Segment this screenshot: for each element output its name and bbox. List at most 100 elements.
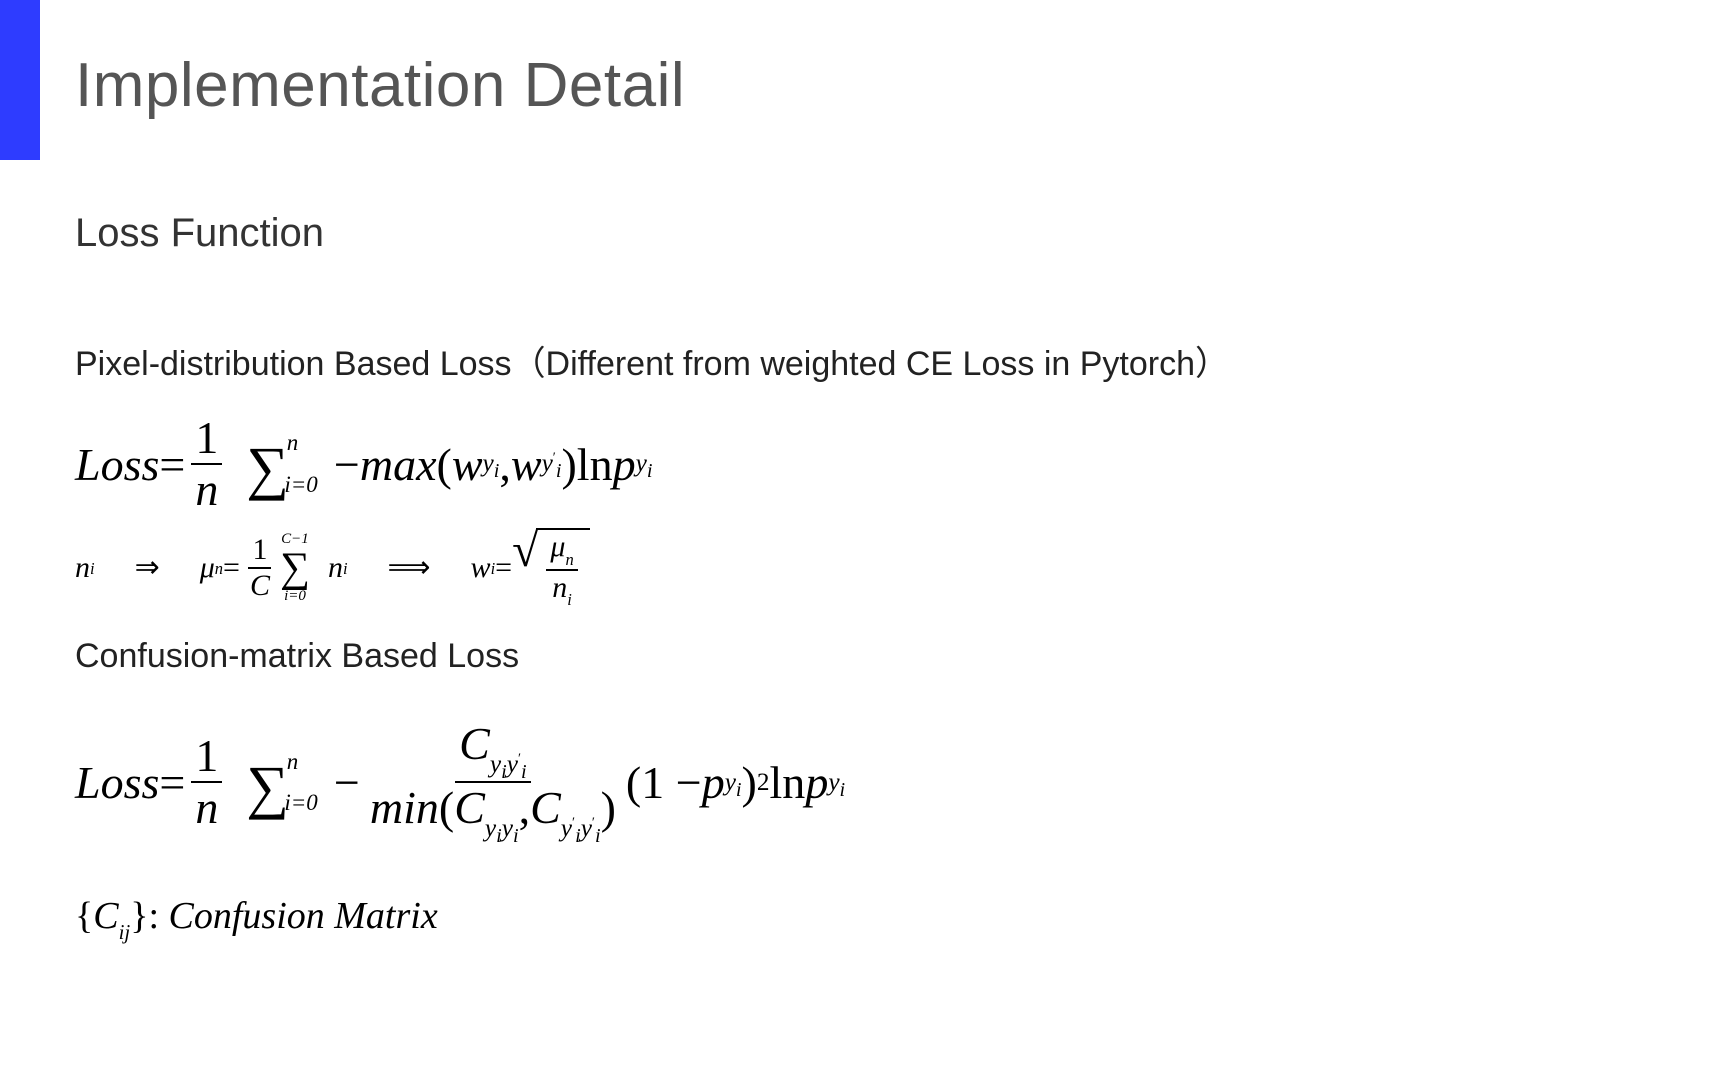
equation-loss-pixel: Loss = 1 n ∑ n i=0 − max ( w yi , w y′i … xyxy=(75,415,1728,513)
eq1-py: y xyxy=(636,449,647,477)
eq1-lhs: Loss xyxy=(75,438,159,491)
eq2-ni2-n: n xyxy=(328,551,343,585)
eq3-squared: 2 xyxy=(757,768,770,797)
eq4-colon: : xyxy=(148,895,168,937)
t: y xyxy=(828,768,839,796)
eq3-1mp-l: (1 − xyxy=(626,756,702,809)
eq1-minus: − xyxy=(334,438,360,491)
eq3-C2: C xyxy=(530,782,561,833)
eq1-ln: ln xyxy=(577,438,613,491)
eq2-frac-1c: 1 C xyxy=(246,535,274,601)
eq3-comma: , xyxy=(519,782,531,833)
section-heading: Loss Function xyxy=(75,211,1728,256)
t: y xyxy=(507,750,518,778)
eq1-i1: i xyxy=(494,461,500,483)
eq3-Cnum-sub: yiy′i xyxy=(490,750,527,778)
eq1-pi: i xyxy=(647,461,653,483)
eq2-w: w xyxy=(471,551,491,585)
eq1-p-sub: yi xyxy=(636,449,653,483)
eq2-w-i: i xyxy=(491,559,496,579)
slide-title: Implementation Detail xyxy=(75,50,1728,121)
equation-cij-def: {Cij}: Confusion Matrix xyxy=(75,894,1728,943)
t: y xyxy=(485,814,496,842)
eq4-rbrace: } xyxy=(130,895,148,937)
eq3-sum-top: n xyxy=(287,749,299,775)
eq3-C1-sub: yiyi xyxy=(485,814,519,842)
eq2-ni-n: n xyxy=(75,551,90,585)
eq1-max: max xyxy=(360,438,437,491)
eq1-p: p xyxy=(613,438,636,491)
sigma-icon: ∑ xyxy=(246,753,289,822)
eq3-sum-bot: i=0 xyxy=(284,790,317,816)
eq2-mu-n: n xyxy=(215,559,223,579)
eq2-equals2: = xyxy=(495,551,512,585)
eq3-p1: p xyxy=(702,756,725,809)
t: i xyxy=(521,761,527,783)
t: y xyxy=(725,768,736,796)
eq1-lparen: ( xyxy=(437,438,452,491)
eq3-frac-num: 1 xyxy=(191,733,222,783)
eq3-Cnum: C xyxy=(459,718,490,769)
sigma-icon: ∑ xyxy=(280,547,310,589)
t: i xyxy=(736,779,742,801)
eq3-equals: = xyxy=(159,756,185,809)
eq2-mu: μ xyxy=(200,551,215,585)
t: y xyxy=(561,814,572,842)
eq2-sqrt-body: μn ni xyxy=(536,528,589,607)
slide: Implementation Detail Loss Function Pixe… xyxy=(0,0,1728,1080)
eq3-lp: ( xyxy=(439,782,454,833)
eq2-frac-den: C xyxy=(246,569,274,601)
eq1-w1-sub: yi xyxy=(483,449,500,483)
t: i xyxy=(595,825,601,847)
eq2-sqrt-num: μn xyxy=(546,532,577,571)
t: y xyxy=(490,750,501,778)
eq2-sqrt-mu: μ xyxy=(550,530,565,563)
eq2-ni2-i: i xyxy=(343,559,348,579)
eq2-sqrt-frac: μn ni xyxy=(546,532,577,607)
eq1-equals: = xyxy=(159,438,185,491)
eq2-sqrt: √ μn ni xyxy=(512,528,590,607)
t: y xyxy=(581,814,592,842)
eq2-sqrt-n: n xyxy=(552,571,567,604)
arrow-icon: ⇒ xyxy=(135,550,160,585)
eq3-1mp-r: ) xyxy=(742,756,757,809)
eq3-C2-sub: y′iy′i xyxy=(561,814,601,842)
eq1-frac-1n: 1 n xyxy=(191,415,222,513)
t: i xyxy=(840,779,846,801)
eq1-sum-bot: i=0 xyxy=(284,472,317,498)
eq2-ni-i: i xyxy=(90,559,95,579)
accent-bar xyxy=(0,0,40,160)
eq2-sum: C−1 ∑ i=0 xyxy=(280,532,310,604)
long-arrow-icon: ⟹ xyxy=(388,550,431,585)
equation-weights: ni ⇒ μn = 1 C C−1 ∑ i=0 ni ⟹ wi = √ μn n… xyxy=(75,528,1728,607)
eq3-min: min xyxy=(370,782,439,833)
eq2-sqrt-mu-n: n xyxy=(565,550,573,569)
eq4-lbrace: { xyxy=(75,895,93,937)
eq3-p1-sub: yi xyxy=(725,768,742,802)
eq1-frac-den: n xyxy=(191,465,222,513)
eq1-comma: , xyxy=(499,438,511,491)
t: y xyxy=(502,814,513,842)
eq1-i2: i xyxy=(556,461,562,483)
subsection-2: Confusion-matrix Based Loss xyxy=(75,637,1728,676)
eq3-frac-c-num: Cyiy′i xyxy=(455,721,530,783)
eq1-y2: y xyxy=(542,449,553,477)
eq4-label: Confusion Matrix xyxy=(169,895,438,937)
eq3-rp: ) xyxy=(601,782,616,833)
t: i xyxy=(513,825,519,847)
sub1-note: （Different from weighted CE Loss in Pyto… xyxy=(512,345,1229,383)
eq1-w1: w xyxy=(452,438,483,491)
eq4-C: C xyxy=(93,895,118,937)
eq1-w2: w xyxy=(511,438,542,491)
equation-loss-confusion: Loss = 1 n ∑ n i=0 − Cyiy′i min(Cyiyi,Cy… xyxy=(75,721,1728,844)
eq4-ij: ij xyxy=(119,920,131,944)
eq3-p2-sub: yi xyxy=(828,768,845,802)
eq1-y1: y xyxy=(483,449,494,477)
eq3-ln: ln xyxy=(770,756,806,809)
sigma-icon: ∑ xyxy=(246,434,289,503)
sqrt-icon: √ xyxy=(512,534,538,568)
eq3-frac-den: n xyxy=(191,783,222,831)
eq3-minus: − xyxy=(334,756,360,809)
eq1-frac-num: 1 xyxy=(191,415,222,465)
eq2-equals1: = xyxy=(223,551,240,585)
